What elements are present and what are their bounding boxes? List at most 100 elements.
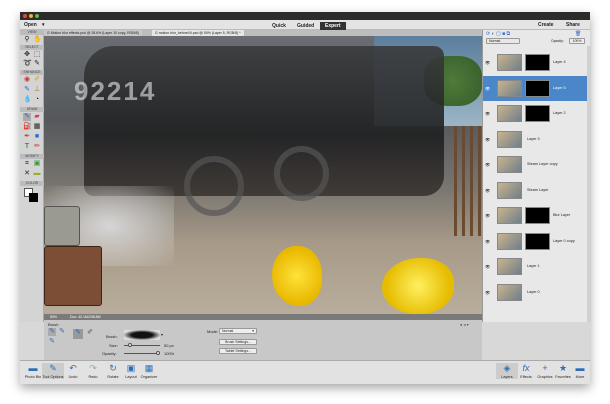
layer-row[interactable]: 👁 Layer 3 <box>483 127 587 152</box>
quick-selection-tool-icon[interactable]: ✎ <box>33 60 41 68</box>
visibility-eye-icon[interactable]: 👁 <box>485 239 490 244</box>
layer-thumbnail <box>497 181 522 199</box>
photo-bin-button[interactable]: ▬ Photo Bin <box>22 363 44 379</box>
spot-healing-icon[interactable]: ✐ <box>33 76 41 84</box>
layer-row[interactable]: 👁 Layer 4 <box>483 50 587 75</box>
sponge-tool-icon[interactable]: ◔ <box>33 96 41 104</box>
more-icon: ▬ <box>575 363 585 373</box>
image-canvas[interactable]: 92214 <box>44 36 482 314</box>
layer-name: Layer 0 copy <box>553 238 575 243</box>
brush-dropdown-icon[interactable]: ▾ <box>161 332 163 337</box>
airbrush-off-icon[interactable]: ✎ <box>73 329 83 339</box>
layer-name: Steam Layer copy <box>527 162 558 166</box>
help-icon[interactable]: ● ◂ ▾ <box>460 322 469 327</box>
zoom-button[interactable] <box>35 14 39 18</box>
layer-row[interactable]: 👁 Layer 0 <box>483 280 587 305</box>
minimize-button[interactable] <box>29 14 33 18</box>
smart-brush-icon[interactable]: ✎ <box>23 86 31 94</box>
brush-preview[interactable] <box>124 330 160 340</box>
layer-row[interactable]: 👁 Layer 2 <box>483 101 587 126</box>
hand-tool-icon[interactable]: ✋ <box>33 36 42 44</box>
red-eye-tool-icon[interactable]: ◉ <box>23 76 31 84</box>
opacity-slider[interactable] <box>124 351 160 355</box>
clone-stamp-icon[interactable]: ⊥ <box>33 86 41 94</box>
section-modify: MODIFY <box>20 154 44 159</box>
folder-icon: ▬ <box>28 363 38 373</box>
layer-opacity-input[interactable]: 100% <box>569 38 585 44</box>
pencil-tool-icon[interactable]: ✏ <box>33 143 41 151</box>
type-tool-icon[interactable]: T <box>23 143 31 151</box>
crop-tool-icon[interactable]: ⌗ <box>23 160 31 168</box>
size-slider-handle[interactable] <box>127 343 132 347</box>
mode-guided[interactable]: Guided <box>292 22 319 30</box>
background-color-swatch[interactable] <box>29 193 38 202</box>
app-window: Open ▾ Quick Guided Expert Create Share … <box>20 12 591 384</box>
layer-tools-icons[interactable]: ⟳ ◐ ▢ ■ ⧉ <box>486 31 510 37</box>
visibility-eye-icon[interactable]: 👁 <box>485 188 490 193</box>
visibility-eye-icon[interactable]: 👁 <box>485 137 490 142</box>
brush-tool-option-icon[interactable]: ✎ <box>48 328 56 336</box>
create-menu[interactable]: Create <box>538 22 554 28</box>
mode-expert[interactable]: Expert <box>320 22 346 30</box>
menu-bar: Open ▾ Quick Guided Expert Create Share <box>20 20 590 30</box>
impressionist-brush-icon[interactable]: ✎ <box>58 328 66 336</box>
trash-icon[interactable]: 🗑 <box>575 31 581 37</box>
visibility-eye-icon[interactable]: 👁 <box>485 290 490 295</box>
shape-tool-icon[interactable]: ■ <box>33 133 41 141</box>
visibility-eye-icon[interactable]: 👁 <box>485 162 490 167</box>
visibility-eye-icon[interactable]: 👁 <box>485 86 490 91</box>
layer-name: Steam Layer <box>527 187 549 192</box>
visibility-eye-icon[interactable]: 👁 <box>485 60 490 65</box>
tablet-settings-button[interactable]: Tablet Settings... <box>219 348 257 354</box>
visibility-eye-icon[interactable]: 👁 <box>485 111 490 116</box>
brush-settings-button[interactable]: Brush Settings... <box>219 339 257 345</box>
daffodil-flower <box>272 246 322 306</box>
move-tool-icon[interactable]: ✥ <box>23 51 31 59</box>
blur-tool-icon[interactable]: 💧 <box>23 96 32 104</box>
lasso-tool-icon[interactable]: ➰ <box>23 60 32 68</box>
brush-tool-icon[interactable]: ✎ <box>23 113 31 121</box>
plus-icon: + <box>542 363 548 373</box>
star-icon: ★ <box>558 363 568 373</box>
paint-bucket-icon[interactable]: ⛽ <box>23 123 32 131</box>
straighten-tool-icon[interactable]: ▬ <box>33 170 41 178</box>
title-bar <box>20 12 590 20</box>
layer-row[interactable]: 👁 Layer 0 copy <box>483 229 587 254</box>
marquee-tool-icon[interactable]: ⬚ <box>33 51 41 59</box>
layers-scrollbar[interactable] <box>587 46 591 322</box>
layer-row[interactable]: 👁 Blur Layer <box>483 203 587 228</box>
layer-row[interactable]: 👁 Steam Layer copy <box>483 152 587 177</box>
blend-mode-select[interactable]: Normal <box>486 38 520 44</box>
visibility-eye-icon[interactable]: 👁 <box>485 264 490 269</box>
eraser-tool-icon[interactable]: ▰ <box>33 113 41 121</box>
recompose-tool-icon[interactable]: ▣ <box>33 160 41 168</box>
eyedropper-icon[interactable]: ✒ <box>23 133 31 141</box>
opacity-slider-handle[interactable] <box>156 351 160 355</box>
undo-button[interactable]: ↶ Undo <box>62 363 84 379</box>
daffodil-flower <box>382 258 454 314</box>
airbrush-icon[interactable]: ✐ <box>85 329 95 339</box>
zoom-tool-icon[interactable]: ⚲ <box>23 36 31 44</box>
close-button[interactable] <box>23 14 27 18</box>
open-menu[interactable]: Open <box>24 22 37 28</box>
tool-options-button[interactable]: ✎ Tool Options <box>42 363 64 379</box>
gradient-tool-icon[interactable]: ▦ <box>33 123 41 131</box>
layer-name: Blur Layer <box>553 213 571 217</box>
color-replacement-icon[interactable]: ✎ <box>48 338 56 346</box>
redo-button[interactable]: ↷ Redo <box>82 363 104 379</box>
doc-size: Doc: 40.1M/208.8M <box>70 315 101 319</box>
mode-quick[interactable]: Quick <box>267 22 291 30</box>
layer-row[interactable]: 👁 Layer 5 <box>483 75 587 101</box>
organizer-button[interactable]: ▦ Organizer <box>138 363 160 379</box>
mode-select[interactable]: Normal ▾ <box>219 328 257 334</box>
content-aware-move-icon[interactable]: ✕ <box>23 170 31 178</box>
layer-row[interactable]: 👁 Steam Layer <box>483 178 587 203</box>
layer-thumbnail <box>497 54 522 71</box>
layer-row[interactable]: 👁 Layer 1 <box>483 254 587 279</box>
share-menu[interactable]: Share <box>566 22 580 28</box>
more-button[interactable]: ▬ More <box>569 363 591 379</box>
visibility-eye-icon[interactable]: 👁 <box>485 213 490 218</box>
layer-thumbnail <box>497 258 522 275</box>
size-slider[interactable] <box>124 343 160 347</box>
opacity-value: 100% <box>164 351 175 356</box>
